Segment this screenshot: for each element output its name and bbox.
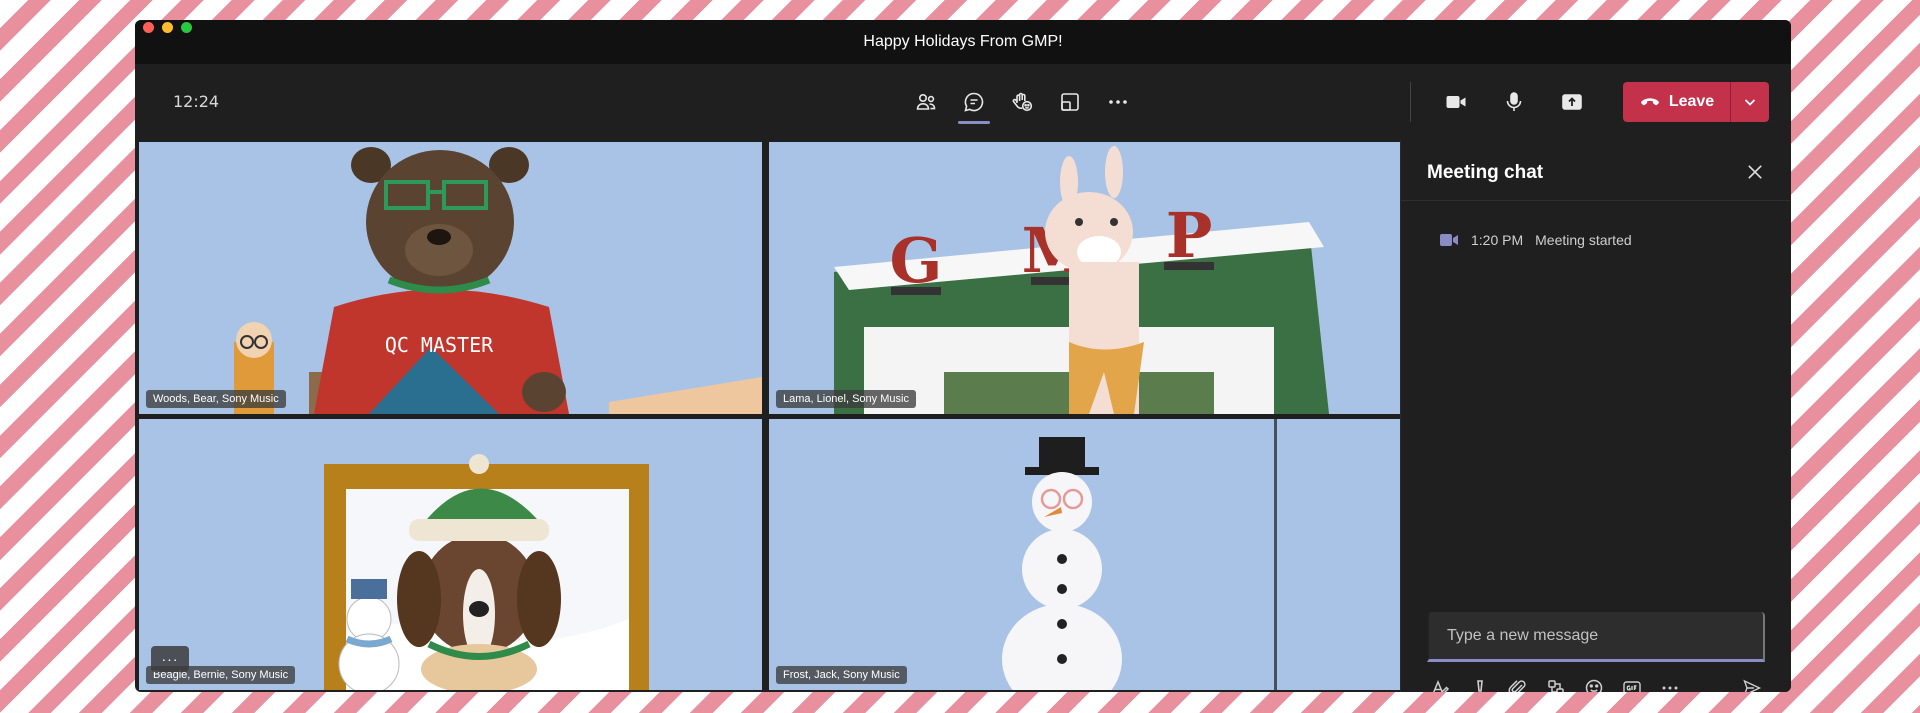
participant-name: Woods, Bear, Sony Music: [146, 390, 286, 408]
send-button[interactable]: [1739, 675, 1765, 692]
sweater-text: QC MASTER: [385, 333, 494, 357]
meeting-clock: 12:24: [173, 92, 220, 111]
tile-more-button[interactable]: ···: [151, 646, 189, 672]
important-icon: [1477, 680, 1483, 692]
mic-button[interactable]: [1494, 82, 1534, 122]
bear-illustration: QC MASTER: [139, 142, 762, 414]
more-icon: [1109, 100, 1127, 104]
attach-icon: [1508, 680, 1526, 692]
hang-up-icon: [1640, 98, 1659, 106]
camera-button[interactable]: [1436, 82, 1476, 122]
chat-header: Meeting chat: [1401, 140, 1791, 201]
important-button[interactable]: [1467, 675, 1493, 692]
video-stage: QC MASTER Woods, Bear, Sony Music G P La…: [139, 142, 1401, 690]
share-icon: [1562, 94, 1582, 110]
leave-button[interactable]: Leave: [1623, 82, 1730, 122]
participant-tile[interactable]: QC MASTER Woods, Bear, Sony Music: [139, 142, 762, 414]
sign-letter-g: G: [890, 224, 943, 297]
sign-letter-p: P: [1166, 199, 1213, 272]
meeting-camera-icon: [1440, 234, 1458, 246]
mic-icon: [1506, 92, 1522, 111]
chat-button[interactable]: [954, 82, 994, 124]
more-options-button[interactable]: [1657, 675, 1683, 692]
participant-tile[interactable]: Beagle, Bernie, Sony Music ···: [139, 419, 762, 690]
close-chat-button[interactable]: [1741, 158, 1769, 186]
people-button[interactable]: [906, 82, 946, 122]
meeting-chat-panel: Meeting chat 1:20 PM Meeting started: [1400, 140, 1791, 692]
emoji-button[interactable]: [1581, 675, 1607, 692]
attach-button[interactable]: [1505, 675, 1531, 692]
participant-tile[interactable]: G M P Lama, Lionel, Sony Music: [769, 142, 1401, 414]
people-icon: [916, 94, 936, 110]
participant-name: Lama, Lionel, Sony Music: [776, 390, 916, 408]
chevron-down-icon: [1744, 99, 1756, 106]
meeting-toolbar: 12:24 Leave: [135, 64, 1791, 140]
event-text: Meeting started: [1535, 232, 1632, 248]
loop-button[interactable]: [1543, 675, 1569, 692]
rooms-button[interactable]: [1050, 82, 1090, 122]
window-title: Happy Holidays From GMP!: [863, 33, 1063, 50]
format-icon: [1433, 680, 1450, 692]
chat-icon: [964, 92, 984, 112]
leave-label: Leave: [1668, 93, 1715, 110]
minimize-window-button[interactable]: [162, 22, 173, 33]
send-icon: [1743, 679, 1762, 692]
zoom-window-button[interactable]: [181, 22, 192, 33]
chat-event: 1:20 PM Meeting started: [1439, 232, 1632, 248]
more-options-icon: [1662, 686, 1678, 690]
loop-icon: [1548, 680, 1564, 692]
reactions-button[interactable]: [1002, 82, 1042, 122]
meeting-window: Happy Holidays From GMP! 12:24 Leave QC …: [135, 20, 1791, 692]
message-input[interactable]: [1427, 612, 1765, 662]
chat-title: Meeting chat: [1427, 162, 1544, 183]
rooms-icon: [1061, 93, 1079, 111]
close-window-button[interactable]: [143, 22, 154, 33]
format-button[interactable]: [1427, 675, 1453, 692]
toolbar-divider: [1410, 82, 1411, 122]
camera-icon: [1446, 96, 1466, 108]
participant-name: Frost, Jack, Sony Music: [776, 666, 907, 684]
more-actions-button[interactable]: [1098, 82, 1138, 122]
share-button[interactable]: [1552, 82, 1592, 122]
leave-options-button[interactable]: [1731, 82, 1769, 122]
gif-icon: [1623, 681, 1641, 692]
event-time: 1:20 PM: [1471, 232, 1524, 248]
beagle-illustration: [139, 419, 762, 690]
window-controls: [143, 22, 192, 33]
composer-toolbar: [1427, 672, 1777, 692]
raise-hand-icon: [1012, 92, 1033, 112]
close-icon: [1748, 165, 1762, 179]
emoji-icon: [1585, 679, 1603, 692]
leave-button-group: Leave: [1623, 82, 1769, 122]
llama-illustration: G M P: [769, 142, 1401, 414]
title-bar: Happy Holidays From GMP!: [135, 20, 1791, 64]
participant-tile[interactable]: Frost, Jack, Sony Music: [769, 419, 1401, 690]
snowman-illustration: [769, 419, 1401, 690]
gif-button[interactable]: [1619, 675, 1645, 692]
